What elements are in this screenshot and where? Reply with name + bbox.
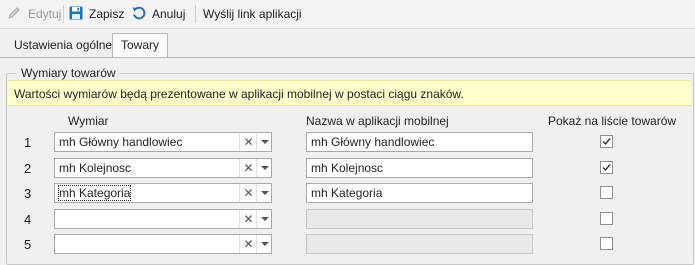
- tab-general-settings[interactable]: Ustawienia ogólne: [6, 34, 121, 56]
- tab-label: Ustawienia ogólne: [14, 38, 113, 52]
- dimension-combo[interactable]: mh Główny handlowiec ✕: [54, 132, 272, 152]
- tab-panel: Wymiary towarów Wartości wymiarów będą p…: [0, 58, 695, 265]
- toolbar-separator: [63, 5, 64, 23]
- clear-x-icon[interactable]: ✕: [239, 210, 257, 228]
- floppy-disk-icon: [68, 5, 86, 23]
- save-button-label: Zapisz: [89, 7, 125, 21]
- dimension-value: mh Kategoria: [57, 184, 132, 202]
- mobile-name-value: mh Kolejnosc: [311, 161, 384, 175]
- show-on-list-checkbox[interactable]: [600, 212, 613, 225]
- toolbar-separator: [195, 5, 196, 23]
- group-title: Wymiary towarów: [17, 66, 120, 80]
- dimension-value: mh Główny handlowiec: [59, 135, 183, 149]
- dimension-combo[interactable]: mh Kolejnosc ✕: [54, 158, 272, 178]
- send-link-button-label: Wyślij link aplikacji: [203, 7, 302, 21]
- chevron-down-icon[interactable]: [256, 210, 272, 228]
- dimension-combo[interactable]: mh Kategoria ✕: [54, 183, 272, 203]
- chevron-down-icon[interactable]: [256, 235, 272, 253]
- tab-products[interactable]: Towary: [112, 33, 169, 58]
- row-number: 1: [24, 135, 32, 150]
- mobile-name-value: mh Główny handlowiec: [311, 135, 435, 149]
- clear-x-icon[interactable]: ✕: [239, 184, 257, 202]
- row-number: 2: [24, 161, 32, 176]
- chevron-down-icon[interactable]: [256, 159, 272, 177]
- mobile-name-field[interactable]: mh Kategoria: [306, 183, 533, 203]
- dimension-combo[interactable]: ✕: [54, 209, 272, 229]
- clear-x-icon[interactable]: ✕: [239, 159, 257, 177]
- send-link-button[interactable]: Wyślij link aplikacji: [203, 0, 302, 28]
- checkmark-icon: [602, 138, 611, 146]
- dimension-value-text: mh Kategoria: [57, 185, 132, 201]
- mobile-name-value: mh Kategoria: [311, 186, 383, 200]
- mobile-name-field[interactable]: mh Kolejnosc: [306, 158, 533, 178]
- tab-label: Towary: [121, 38, 160, 52]
- info-banner: Wartości wymiarów będą prezentowane w ap…: [8, 80, 691, 106]
- toolbar: Edytuj Zapisz Anuluj Wyślij link aplikac…: [0, 0, 695, 29]
- checkmark-icon: [602, 164, 611, 172]
- cancel-button[interactable]: Anuluj: [131, 0, 185, 28]
- column-header-mobile-name: Nazwa w aplikacji mobilnej: [306, 114, 449, 128]
- chevron-down-icon[interactable]: [256, 133, 272, 151]
- mobile-name-field[interactable]: mh Główny handlowiec: [306, 132, 533, 152]
- cancel-button-label: Anuluj: [152, 7, 186, 21]
- save-button[interactable]: Zapisz: [68, 0, 124, 28]
- pencil-icon: [6, 5, 24, 23]
- show-on-list-checkbox[interactable]: [600, 237, 613, 250]
- show-on-list-checkbox[interactable]: [600, 161, 613, 174]
- chevron-down-icon[interactable]: [256, 184, 272, 202]
- clear-x-icon[interactable]: ✕: [239, 235, 257, 253]
- column-header-dimension: Wymiar: [68, 114, 109, 128]
- column-header-show-on-list: Pokaż na liście towarów: [548, 114, 677, 128]
- dimension-combo[interactable]: ✕: [54, 234, 272, 254]
- row-number: 5: [24, 237, 32, 252]
- show-on-list-checkbox[interactable]: [600, 135, 613, 148]
- row-number: 3: [24, 186, 32, 201]
- undo-arrow-icon: [131, 5, 149, 23]
- dimension-value: mh Kolejnosc: [59, 161, 132, 175]
- row-number: 4: [24, 212, 32, 227]
- mobile-name-field: [306, 209, 533, 229]
- clear-x-icon[interactable]: ✕: [239, 133, 257, 151]
- edit-button-label: Edytuj: [28, 7, 62, 21]
- mobile-name-field: [306, 234, 533, 254]
- edit-button[interactable]: Edytuj: [6, 0, 61, 28]
- show-on-list-checkbox[interactable]: [600, 186, 613, 199]
- tab-strip: Ustawienia ogólne Towary: [0, 33, 695, 58]
